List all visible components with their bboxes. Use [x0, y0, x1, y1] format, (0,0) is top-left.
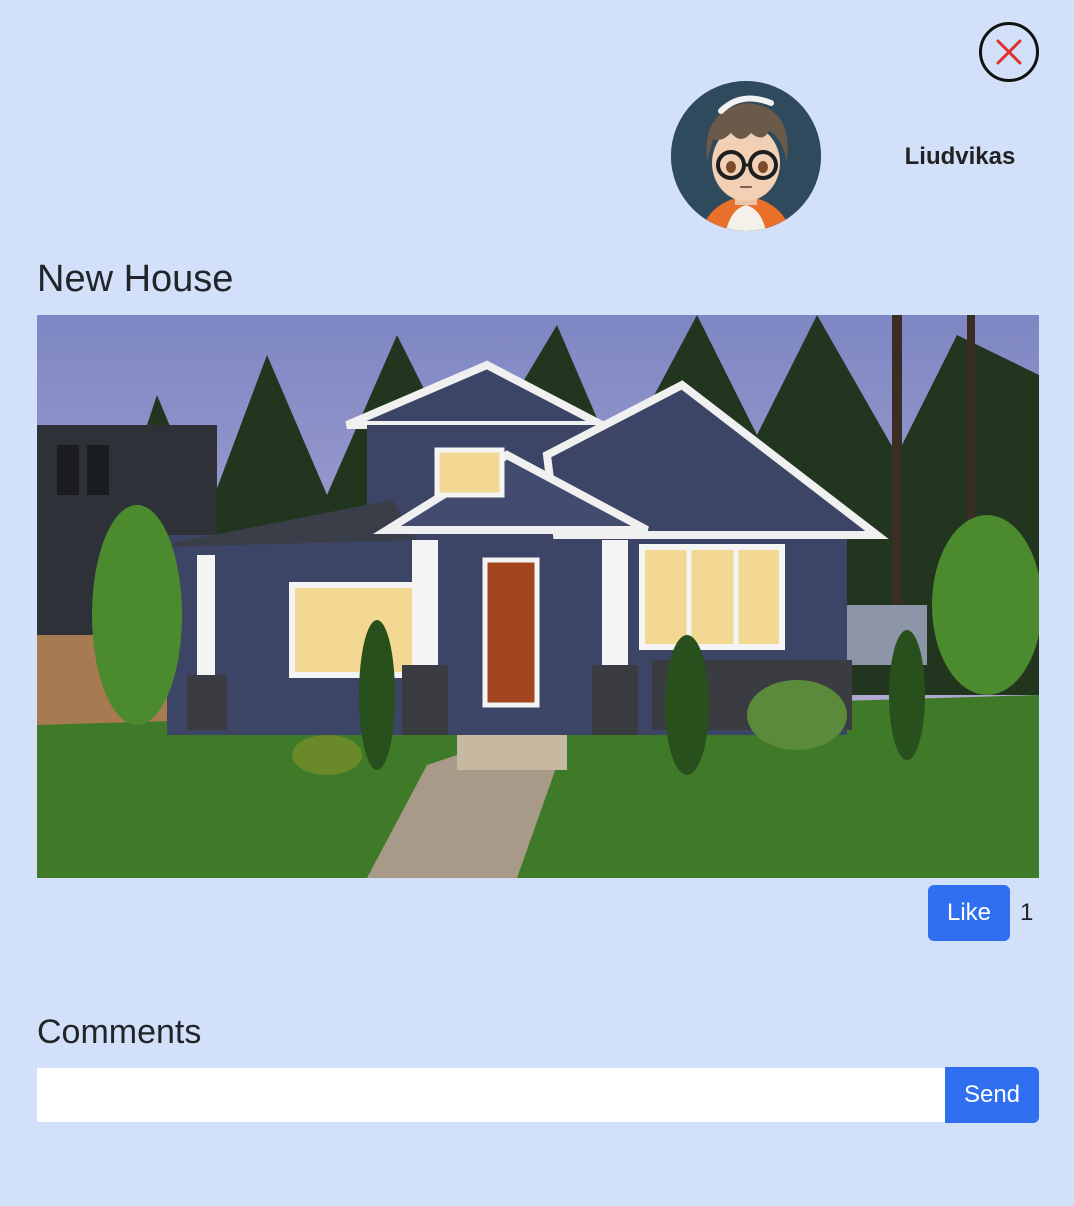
avatar-anime-boy-glasses-icon: [671, 81, 821, 231]
like-button[interactable]: Like: [928, 885, 1010, 941]
post-title: New House: [37, 258, 234, 300]
house-photo-icon: [37, 315, 1039, 878]
avatar: [671, 81, 821, 231]
post-image: [37, 315, 1039, 878]
username: Liudvikas: [904, 143, 1016, 170]
send-button[interactable]: Send: [945, 1067, 1039, 1123]
close-button[interactable]: [979, 22, 1039, 82]
comments-title: Comments: [37, 1013, 202, 1051]
close-icon: [996, 39, 1022, 65]
like-count: 1: [1020, 899, 1034, 926]
comment-input[interactable]: [37, 1068, 945, 1122]
